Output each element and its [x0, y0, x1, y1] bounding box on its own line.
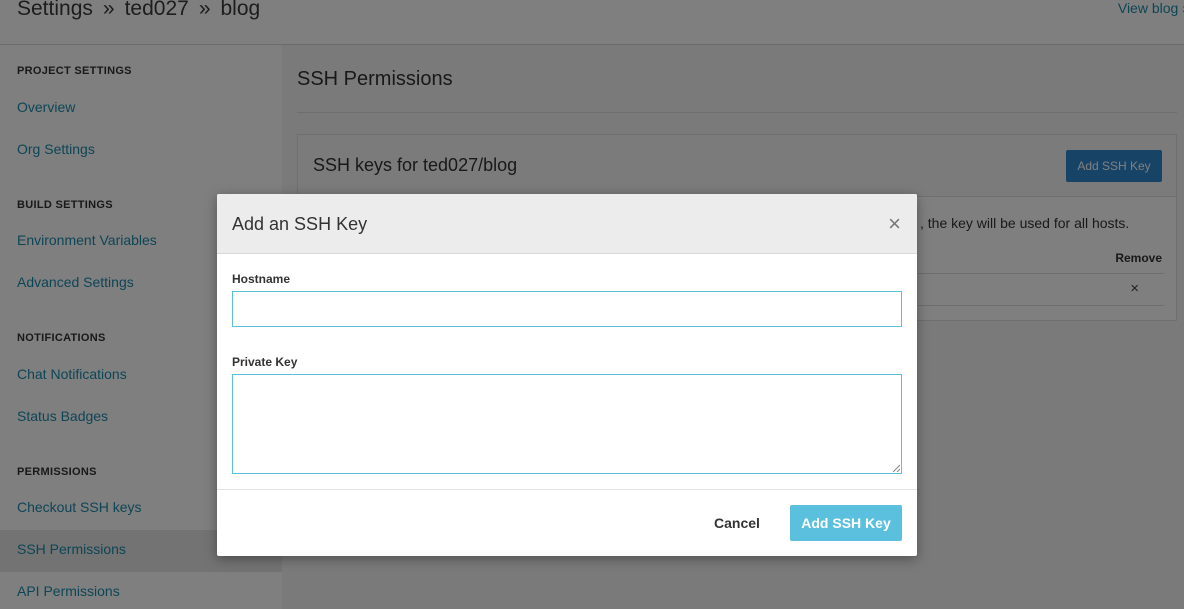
dialog-title: Add an SSH Key	[232, 214, 368, 234]
resize-grip-icon[interactable]	[892, 464, 900, 472]
close-icon[interactable]: ×	[888, 213, 901, 235]
private-key-label: Private Key	[232, 355, 298, 369]
add-ssh-key-dialog: Add an SSH Key × Hostname Private Key Ca…	[217, 194, 917, 556]
private-key-textarea[interactable]	[232, 374, 902, 474]
cancel-button[interactable]: Cancel	[697, 505, 777, 541]
hostname-input[interactable]	[232, 291, 902, 327]
dialog-footer-divider	[217, 489, 917, 490]
submit-add-ssh-key-button[interactable]: Add SSH Key	[790, 505, 902, 541]
hostname-label: Hostname	[232, 272, 291, 286]
dialog-header: Add an SSH Key ×	[217, 194, 917, 254]
